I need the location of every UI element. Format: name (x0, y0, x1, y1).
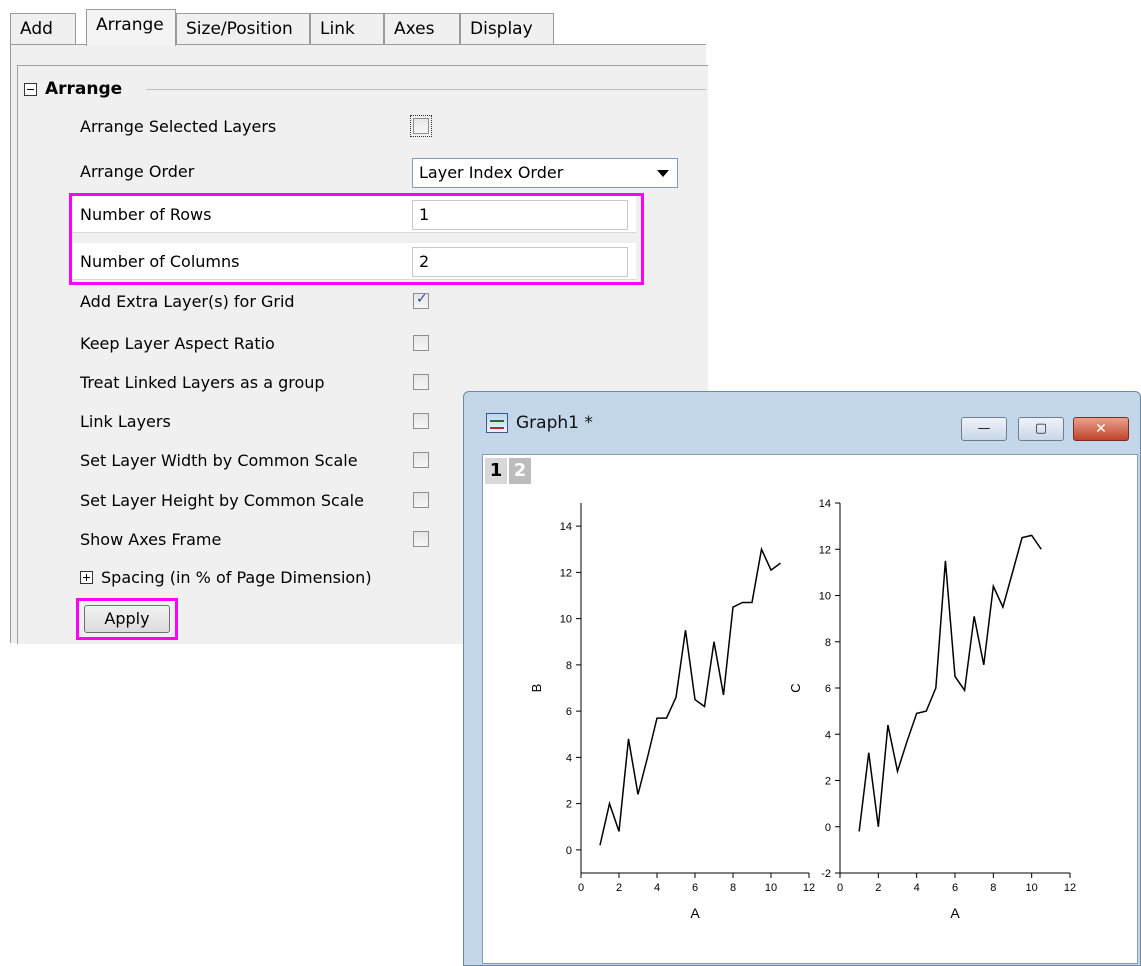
spacing-section-header[interactable]: Spacing (in % of Page Dimension) (80, 568, 372, 587)
chart1-x-tick-label: 2 (616, 882, 622, 894)
chart2-series-line (858, 534, 1042, 832)
chart1-y-tick-label: 4 (566, 752, 572, 764)
chart2-y-axis-label: C (788, 683, 803, 692)
set-width-checkbox[interactable] (413, 452, 429, 468)
chart1-x-axis-label: A (690, 905, 700, 921)
set-width-label: Set Layer Width by Common Scale (80, 451, 358, 470)
row-number-of-columns: Number of Columns 2 (70, 243, 636, 280)
tab-display[interactable]: Display (460, 13, 554, 45)
chart2-y-tick-label: 2 (825, 776, 831, 788)
close-button[interactable]: ✕ (1073, 417, 1129, 441)
link-layers-label: Link Layers (80, 412, 171, 431)
chart2-x-tick-label: 0 (837, 882, 843, 894)
treat-linked-layers-label: Treat Linked Layers as a group (80, 373, 325, 392)
chart1-x-tick-label: 0 (578, 882, 584, 894)
tab-add[interactable]: Add (10, 13, 76, 45)
graph-window-icon (486, 413, 508, 433)
number-of-rows-label: Number of Rows (80, 205, 212, 224)
arrange-order-select[interactable]: Layer Index Order (412, 158, 678, 188)
chart1-y-tick-label: 0 (566, 845, 572, 857)
chart2-x-tick-label: 8 (990, 882, 996, 894)
chart2-y-tick-label: 10 (819, 591, 831, 603)
apply-highlight: Apply (76, 598, 178, 640)
chart2-y-tick-label: 8 (825, 637, 831, 649)
section-title: Arrange (45, 79, 123, 99)
chart2-y-tick-label: -2 (821, 868, 831, 880)
chart1-y-axis-label: B (529, 684, 544, 693)
chart2-x-tick-label: 4 (914, 882, 920, 894)
chart2-x-tick-label: 2 (875, 882, 881, 894)
set-height-checkbox[interactable] (413, 492, 429, 508)
graph-window-title: Graph1 * (516, 413, 593, 433)
chart2-y-tick-label: 12 (819, 544, 831, 556)
chart2-y-tick-label: 0 (825, 822, 831, 834)
chart2-y-tick-label: 6 (825, 683, 831, 695)
dropdown-arrow-icon[interactable] (657, 170, 669, 177)
chart1-y-tick-label: 8 (566, 660, 572, 672)
arrange-section-header[interactable]: Arrange (24, 78, 122, 100)
expand-icon[interactable] (80, 571, 93, 584)
tab-arrange[interactable]: Arrange (86, 9, 176, 46)
chart1-series-line (599, 546, 781, 846)
row-number-of-rows: Number of Rows 1 (70, 196, 636, 233)
number-of-rows-input[interactable]: 1 (412, 200, 628, 230)
chart2-y-tick-label: 4 (825, 729, 831, 741)
tab-axes[interactable]: Axes (384, 13, 460, 45)
chart1-y-tick-label: 2 (566, 799, 572, 811)
chart2-x-tick-label: 10 (1026, 882, 1038, 894)
collapse-icon[interactable] (24, 82, 37, 96)
row-keep-aspect-ratio: Keep Layer Aspect Ratio (70, 325, 636, 362)
graph-page[interactable]: 1 2 0 2 4 6 8 10 12 0 2 4 6 8 10 12 14 A B 0 2 4 6 8 10 12 -2 0 2 4… (482, 454, 1138, 964)
chart1-x-tick-label: 6 (692, 882, 698, 894)
row-add-extra-layers: Add Extra Layer(s) for Grid ✓ (70, 283, 636, 320)
maximize-icon: ▢ (1034, 421, 1048, 436)
add-extra-layers-checkbox[interactable]: ✓ (413, 291, 429, 309)
chart1-y-tick-label: 12 (560, 567, 572, 579)
chart1-x-tick-label: 8 (730, 882, 736, 894)
chart1-y-tick-label: 14 (560, 521, 572, 533)
row-arrange-selected: Arrange Selected Layers (70, 108, 636, 145)
show-axes-frame-label: Show Axes Frame (80, 530, 222, 549)
link-layers-checkbox[interactable] (413, 413, 429, 429)
graph-window-titlebar[interactable]: Graph1 * (486, 413, 593, 433)
set-height-label: Set Layer Height by Common Scale (80, 491, 364, 510)
spacing-label: Spacing (in % of Page Dimension) (101, 568, 372, 587)
chart1-y-tick-label: 10 (560, 614, 572, 626)
treat-linked-layers-checkbox[interactable] (413, 374, 429, 390)
tab-size-position[interactable]: Size/Position (176, 13, 310, 45)
chart1-y-tick-label: 6 (566, 706, 572, 718)
number-of-columns-label: Number of Columns (80, 252, 240, 271)
minimize-icon: — (977, 421, 991, 436)
chart1-x-tick-label: 4 (654, 882, 660, 894)
add-extra-layers-label: Add Extra Layer(s) for Grid (80, 292, 295, 311)
checkmark-icon: ✓ (416, 291, 428, 307)
chart1-x-tick-label: 12 (803, 882, 815, 894)
chart2-x-tick-label: 6 (952, 882, 958, 894)
graph-window[interactable]: Graph1 * — ▢ ✕ 1 2 0 2 4 6 8 10 12 0 2 4 6 8 10 12 14 A… (463, 391, 1141, 966)
minimize-button[interactable]: — (961, 417, 1007, 441)
chart2-x-axis-label: A (950, 905, 960, 921)
row-arrange-order: Arrange Order Layer Index Order (70, 153, 678, 190)
section-divider (146, 89, 706, 90)
chart1-x-tick-label: 10 (765, 882, 777, 894)
arrange-selected-label: Arrange Selected Layers (80, 117, 277, 136)
close-icon: ✕ (1095, 421, 1107, 437)
number-of-columns-input[interactable]: 2 (412, 247, 628, 277)
arrange-selected-checkbox[interactable] (410, 115, 432, 137)
chart2-x-tick-label: 12 (1064, 882, 1076, 894)
apply-button[interactable]: Apply (84, 605, 170, 633)
chart2-y-tick-label: 14 (819, 498, 831, 510)
show-axes-frame-checkbox[interactable] (413, 531, 429, 547)
keep-aspect-ratio-checkbox[interactable] (413, 335, 429, 351)
keep-aspect-ratio-label: Keep Layer Aspect Ratio (80, 334, 275, 353)
arrange-order-value: Layer Index Order (419, 163, 564, 182)
tab-link[interactable]: Link (310, 13, 384, 45)
tab-bar: Add Arrange Size/Position Link Axes Disp… (10, 9, 706, 46)
maximize-button[interactable]: ▢ (1018, 417, 1064, 441)
graph-plot-area: 0 2 4 6 8 10 12 0 2 4 6 8 10 12 14 A B 0 2 4 6 8 10 12 -2 0 2 4 6 8 10… (529, 498, 1076, 921)
arrange-order-label: Arrange Order (80, 162, 195, 181)
